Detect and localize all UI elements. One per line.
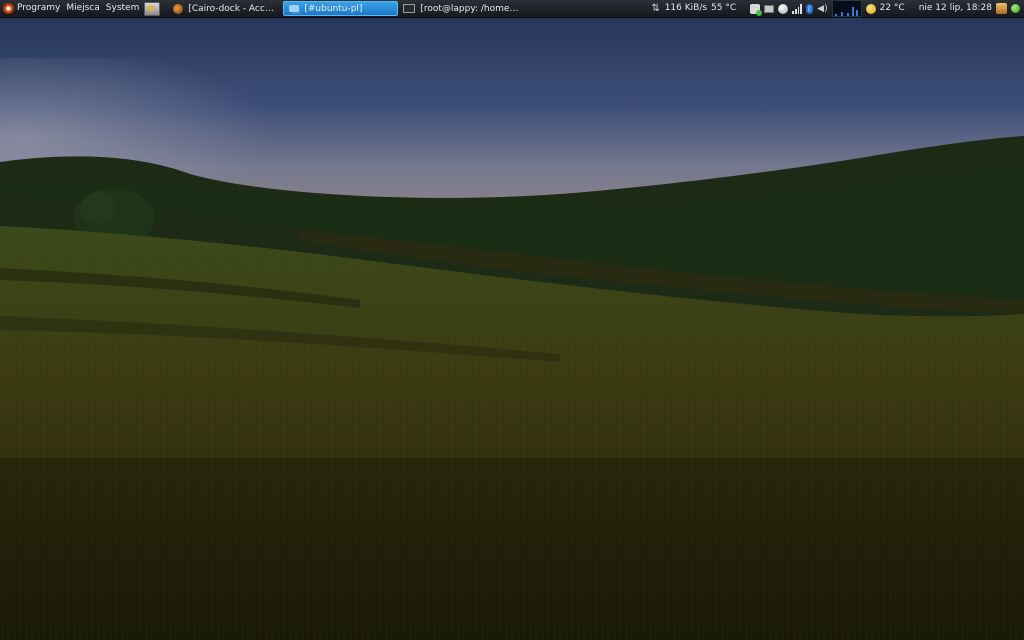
menu-label: Programy (17, 3, 61, 13)
menu-label: System (105, 3, 140, 13)
task-ubuntu-pl[interactable]: [#ubuntu-pl] (283, 1, 399, 16)
clock[interactable]: nie 12 lip, 18:28 (919, 0, 992, 17)
messenger-icon[interactable] (750, 3, 763, 16)
task-terminal[interactable]: [root@lappy: /home/dhor] (398, 1, 526, 16)
bluetooth-icon[interactable]: ᛒ (806, 3, 814, 14)
menu-label: Miejsca (66, 3, 100, 13)
system-monitor-graph[interactable] (831, 0, 862, 17)
network-speed: 116 KiB/s (664, 3, 708, 13)
firefox-icon (173, 3, 184, 14)
volume-icon[interactable]: ◀) (817, 4, 827, 14)
landscape-image (0, 18, 1024, 640)
task-label: [#ubuntu-pl] (304, 3, 363, 14)
screenshot-launcher-icon[interactable] (144, 1, 161, 16)
task-list: [Cairo-dock - Accueil - ... [#ubuntu-pl]… (168, 0, 526, 17)
desktop-wallpaper (0, 18, 1024, 640)
network-icon[interactable]: ⇅ (651, 3, 661, 14)
top-panel: Programy Miejsca System [Cairo-dock - Ac… (0, 0, 1024, 18)
menu-miejsca[interactable]: Miejsca (63, 0, 102, 17)
system-tray: ⇅ 116 KiB/s 55 °C ᛒ ◀) 22 °C nie 12 lip,… (651, 0, 1024, 17)
cpu-temperature: 55 °C (711, 3, 737, 13)
globe-icon[interactable] (778, 3, 789, 14)
wifi-signal-icon[interactable] (792, 3, 803, 14)
status-indicator-icon[interactable] (1011, 4, 1020, 13)
card-reader-icon[interactable] (764, 4, 775, 13)
chat-icon (289, 5, 300, 12)
ubuntu-logo-icon (3, 3, 14, 14)
user-switcher-icon[interactable] (996, 3, 1007, 14)
task-label: [root@lappy: /home/dhor] (420, 3, 521, 14)
weather-icon[interactable] (865, 3, 876, 14)
menu-programy[interactable]: Programy (0, 0, 63, 17)
task-label: [Cairo-dock - Accueil - ... (188, 3, 279, 14)
weather-temperature: 22 °C (879, 3, 905, 13)
terminal-icon (403, 4, 416, 13)
task-cairo-dock[interactable]: [Cairo-dock - Accueil - ... (168, 1, 283, 16)
menu-system[interactable]: System (103, 0, 143, 17)
